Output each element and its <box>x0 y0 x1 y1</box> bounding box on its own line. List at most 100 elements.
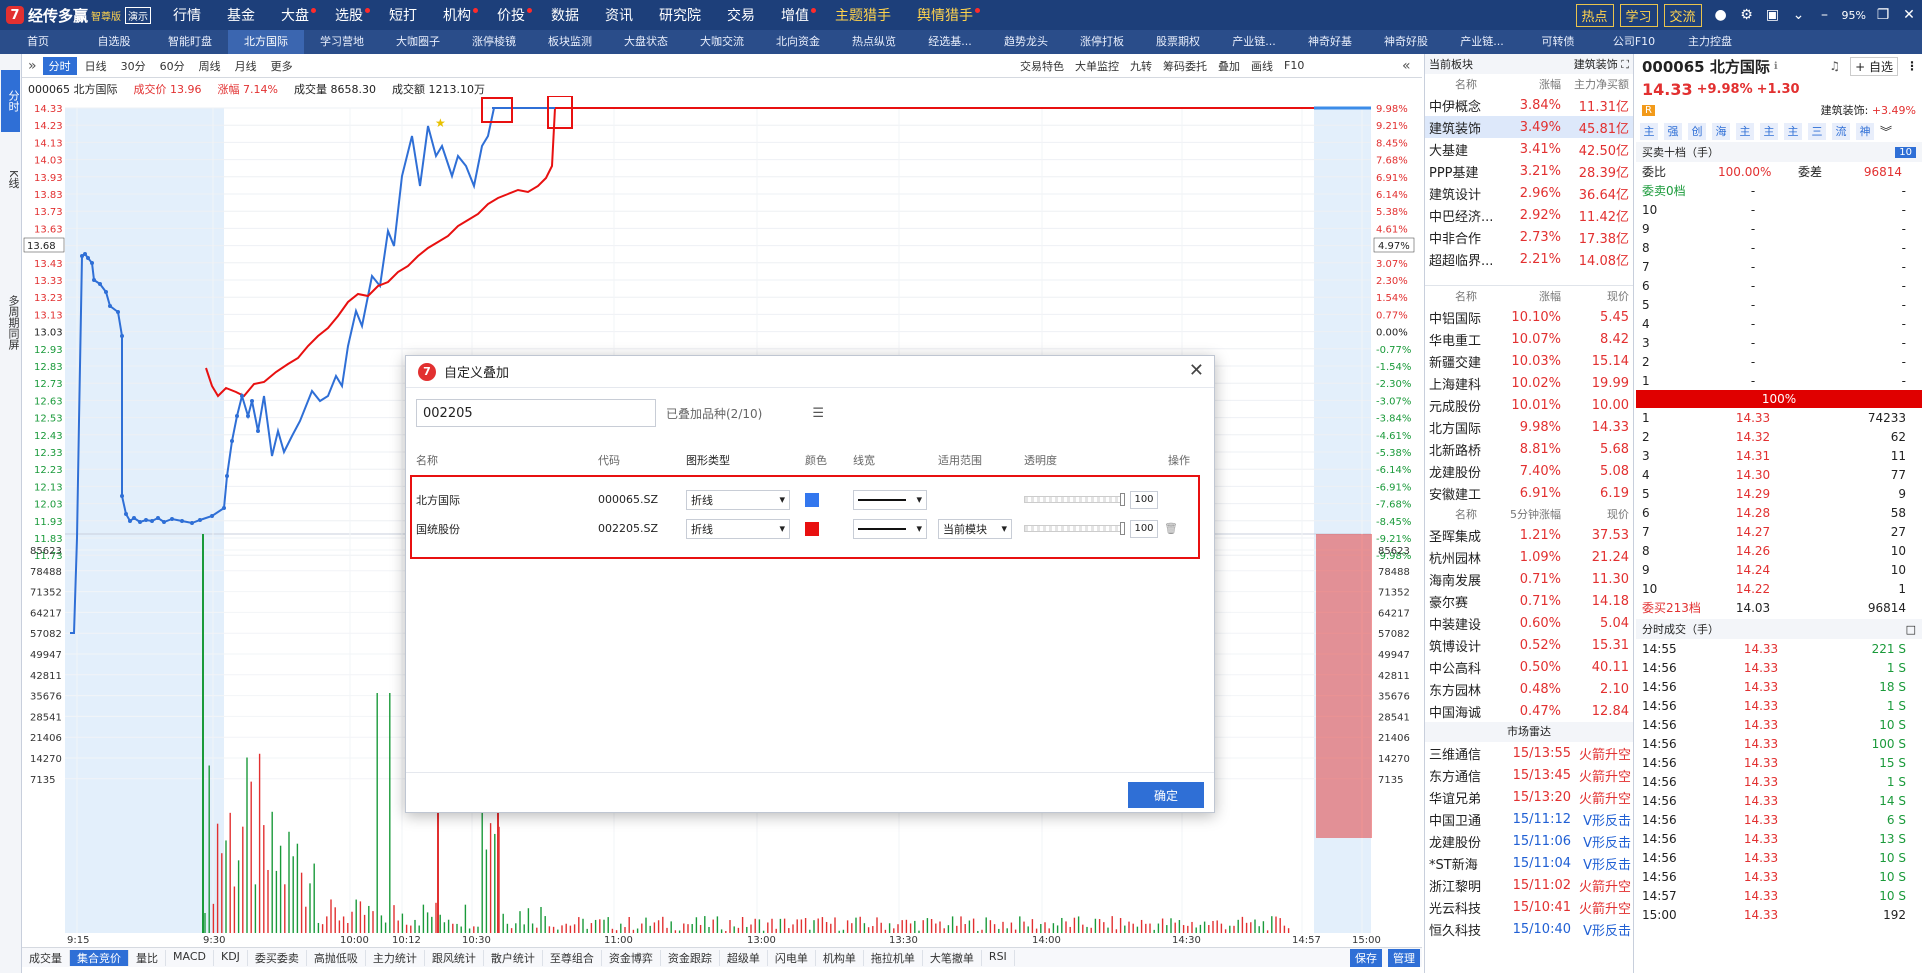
scope-select[interactable]: 当前模块 ▾ <box>938 518 1012 539</box>
indicator-tab-0[interactable]: 成交量 <box>22 949 70 966</box>
sector-row[interactable]: 建筑装饰 3.49% 45.81亿 <box>1425 116 1633 138</box>
menu-item-13[interactable]: 舆情猎手 <box>904 5 986 25</box>
chat-button[interactable]: 交流 <box>1663 3 1702 27</box>
indicator-action-1[interactable]: 管理 <box>1388 948 1420 967</box>
tab-14[interactable]: 涨停打板 <box>1064 30 1140 54</box>
quote-tag-9[interactable]: 神 <box>1856 122 1874 140</box>
radar-row[interactable]: 光云科技 15/10:41 火箭升空 <box>1425 896 1633 918</box>
more-icon[interactable]: ⋮ <box>1906 59 1918 73</box>
sector-row[interactable]: 中巴经济... 2.92% 11.42亿 <box>1425 204 1633 226</box>
sector-row[interactable]: 建筑设计 2.96% 36.64亿 <box>1425 182 1633 204</box>
line-width-select[interactable]: ▾ <box>853 518 927 539</box>
menu-item-1[interactable]: 基金 <box>214 5 268 25</box>
sector-row[interactable]: 中国海诚 0.47% 12.84 <box>1425 700 1633 722</box>
sector-row[interactable]: 筑博设计 0.52% 15.31 <box>1425 634 1633 656</box>
delete-icon[interactable]: 🗑 <box>1164 522 1178 535</box>
sector-row[interactable]: 东方园林 0.48% 2.10 <box>1425 678 1633 700</box>
quote-tag-6[interactable]: 主 <box>1784 122 1802 140</box>
lock-icon[interactable]: □ <box>1906 623 1916 636</box>
levels-badge[interactable]: 10 <box>1895 146 1916 158</box>
intraday-view-button[interactable]: 分时 <box>1 70 20 132</box>
opacity-control[interactable]: 100 <box>1024 519 1158 538</box>
tab-21[interactable]: 公司F10 <box>1596 30 1672 54</box>
opacity-value[interactable]: 100 <box>1130 490 1158 509</box>
period-2[interactable]: 30分 <box>115 57 152 75</box>
line-width-select[interactable]: ▾ <box>853 489 927 510</box>
indicator-tab-6[interactable]: 高抛低吸 <box>307 949 366 966</box>
sector-row[interactable]: 上海建科 10.02% 19.99 <box>1425 372 1633 394</box>
quote-tag-8[interactable]: 流 <box>1832 122 1850 140</box>
period-4[interactable]: 周线 <box>193 57 227 75</box>
opacity-slider[interactable] <box>1024 493 1125 506</box>
indicator-tab-3[interactable]: MACD <box>166 949 214 966</box>
tab-1[interactable]: 自选股 <box>76 30 152 54</box>
menu-item-12[interactable]: 主题猎手 <box>822 5 904 25</box>
quote-tag-0[interactable]: 主 <box>1640 122 1658 140</box>
window-icon[interactable]: ▣ <box>1760 7 1786 23</box>
sector-row[interactable]: 海南发展 0.71% 11.30 <box>1425 568 1633 590</box>
sector-row[interactable]: 新疆交建 10.03% 15.14 <box>1425 350 1633 372</box>
double-chevron-left-icon[interactable]: « <box>1402 58 1411 74</box>
indicator-tab-12[interactable]: 资金跟踪 <box>661 949 720 966</box>
menu-item-10[interactable]: 交易 <box>714 5 768 25</box>
menu-item-2[interactable]: 大盘 <box>268 5 322 25</box>
indicator-tab-9[interactable]: 散户统计 <box>484 949 543 966</box>
sector-row[interactable]: 北方国际 9.98% 14.33 <box>1425 416 1633 438</box>
indicator-action-0[interactable]: 保存 <box>1350 948 1382 967</box>
chart-tool-5[interactable]: 画线 <box>1251 58 1273 74</box>
period-3[interactable]: 60分 <box>154 57 191 75</box>
indicator-tab-13[interactable]: 超级单 <box>720 949 768 966</box>
dialog-close-icon[interactable]: ✕ <box>1189 360 1204 381</box>
kline-view-button[interactable]: K线 <box>1 154 20 204</box>
period-1[interactable]: 日线 <box>79 57 113 75</box>
menu-item-7[interactable]: 数据 <box>538 5 592 25</box>
chart-tool-0[interactable]: 交易特色 <box>1020 58 1064 74</box>
tab-22[interactable]: 主力控盘 <box>1672 30 1748 54</box>
quote-tag-2[interactable]: 创 <box>1688 122 1706 140</box>
tab-19[interactable]: 产业链... <box>1444 30 1520 54</box>
opacity-control[interactable]: 100 <box>1024 490 1158 509</box>
stock-search-input[interactable] <box>416 399 656 427</box>
overlay-color-swatch[interactable] <box>805 521 819 536</box>
menu-item-4[interactable]: 短打 <box>376 5 430 25</box>
expand-icon[interactable]: ⛶ <box>1621 58 1629 71</box>
sector-row[interactable]: 中铝国际 10.10% 5.45 <box>1425 306 1633 328</box>
menu-item-5[interactable]: 机构 <box>430 5 484 25</box>
sector-row[interactable]: 中非合作 2.73% 17.38亿 <box>1425 226 1633 248</box>
tab-12[interactable]: 经选基... <box>912 30 988 54</box>
menu-item-8[interactable]: 资讯 <box>592 5 646 25</box>
radar-row[interactable]: 东方通信 15/13:45 火箭升空 <box>1425 764 1633 786</box>
slider-thumb[interactable] <box>1120 522 1125 535</box>
tab-10[interactable]: 北向资金 <box>760 30 836 54</box>
sector-row[interactable]: 元成股份 10.01% 10.00 <box>1425 394 1633 416</box>
indicator-tab-8[interactable]: 跟风统计 <box>425 949 484 966</box>
sector-row[interactable]: 龙建股份 7.40% 5.08 <box>1425 460 1633 482</box>
close-icon[interactable]: ✕ <box>1896 7 1922 23</box>
chart-tool-4[interactable]: 叠加 <box>1218 58 1240 74</box>
quote-tag-7[interactable]: 三 <box>1808 122 1826 140</box>
sector-row[interactable]: 杭州园林 1.09% 21.24 <box>1425 546 1633 568</box>
radar-row[interactable]: 中国卫通 15/11:12 V形反击 <box>1425 808 1633 830</box>
quote-tag-1[interactable]: 强 <box>1664 122 1682 140</box>
chart-tool-2[interactable]: 九转 <box>1130 58 1152 74</box>
opacity-value[interactable]: 100 <box>1130 519 1158 538</box>
indicator-tab-18[interactable]: RSI <box>982 949 1015 966</box>
tab-5[interactable]: 大咖圈子 <box>380 30 456 54</box>
tab-2[interactable]: 智能盯盘 <box>152 30 228 54</box>
indicator-tab-17[interactable]: 大笔撤单 <box>923 949 982 966</box>
sort-icon[interactable]: ☰ <box>812 406 824 421</box>
radar-row[interactable]: 龙建股份 15/11:06 V形反击 <box>1425 830 1633 852</box>
overlay-type-select[interactable]: 折线 ▾ <box>686 489 790 510</box>
sector-row[interactable]: 大基建 3.41% 42.50亿 <box>1425 138 1633 160</box>
chevron-double-down-icon[interactable]: ︾ <box>1880 123 1892 140</box>
minus-icon[interactable]: – <box>1812 7 1838 23</box>
sector-row[interactable]: 北新路桥 8.81% 5.68 <box>1425 438 1633 460</box>
sector-row[interactable]: 中装建设 0.60% 5.04 <box>1425 612 1633 634</box>
sector-row[interactable]: 华电重工 10.07% 8.42 <box>1425 328 1633 350</box>
indicator-tab-7[interactable]: 主力统计 <box>366 949 425 966</box>
overlay-color-swatch[interactable] <box>805 492 819 507</box>
tab-18[interactable]: 神奇好股 <box>1368 30 1444 54</box>
menu-item-11[interactable]: 增值 <box>768 5 822 25</box>
gear-icon[interactable]: ⚙ <box>1734 7 1760 23</box>
menu-item-6[interactable]: 价投 <box>484 5 538 25</box>
